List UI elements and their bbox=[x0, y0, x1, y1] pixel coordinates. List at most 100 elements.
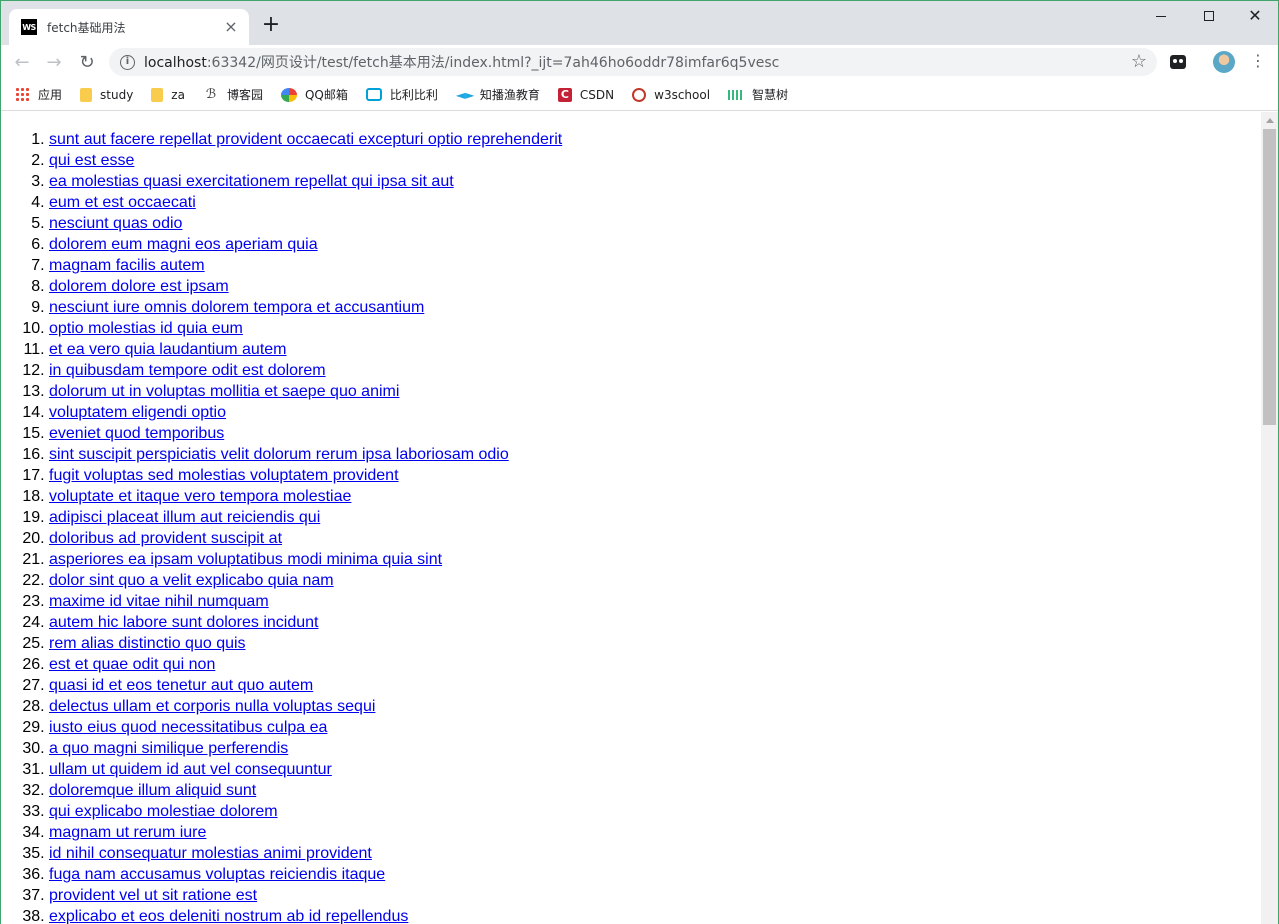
post-link[interactable]: doloribus ad provident suscipit at bbox=[49, 530, 282, 547]
bookmark-study[interactable]: study bbox=[80, 87, 134, 102]
cnblogs-icon: ℬ bbox=[205, 86, 217, 102]
bookmark-apps[interactable]: 应用 bbox=[15, 86, 62, 103]
tab-active[interactable]: WS fetch基础用法 × bbox=[9, 9, 249, 45]
post-link[interactable]: adipisci placeat illum aut reiciendis qu… bbox=[49, 509, 320, 526]
new-tab-button[interactable]: + bbox=[259, 13, 283, 37]
list-item: nesciunt quas odio bbox=[49, 213, 562, 234]
post-link[interactable]: asperiores ea ipsam voluptatibus modi mi… bbox=[49, 551, 442, 568]
post-link[interactable]: maxime id vitae nihil numquam bbox=[49, 593, 269, 610]
browser-toolbar: ← → ↻ i localhost:63342/网页设计/test/fetch基… bbox=[1, 45, 1278, 79]
bookmark-label: study bbox=[100, 87, 134, 102]
vertical-scrollbar[interactable] bbox=[1261, 112, 1278, 924]
apps-icon bbox=[15, 87, 30, 102]
list-item: et ea vero quia laudantium autem bbox=[49, 339, 562, 360]
bookmark-label: QQ邮箱 bbox=[304, 88, 348, 102]
folder-icon bbox=[151, 87, 164, 102]
minimize-button[interactable] bbox=[1138, 1, 1184, 31]
scroll-up-arrow-icon[interactable] bbox=[1261, 112, 1278, 129]
bookmark-za[interactable]: za bbox=[151, 87, 185, 102]
post-link[interactable]: voluptatem eligendi optio bbox=[49, 404, 226, 421]
list-item: dolorem eum magni eos aperiam quia bbox=[49, 234, 562, 255]
post-link[interactable]: qui explicabo molestiae dolorem bbox=[49, 803, 278, 820]
list-item: provident vel ut sit ratione est bbox=[49, 885, 562, 906]
bilibili-icon bbox=[365, 88, 382, 101]
page-content: sunt aut facere repellat provident occae… bbox=[1, 112, 1261, 924]
list-item: voluptate et itaque vero tempora molesti… bbox=[49, 486, 562, 507]
post-link[interactable]: rem alias distinctio quo quis bbox=[49, 635, 246, 652]
close-window-button[interactable]: ✕ bbox=[1232, 1, 1278, 31]
reload-button[interactable]: ↻ bbox=[74, 49, 100, 75]
bookmark-cnblogs[interactable]: ℬ 博客园 bbox=[203, 86, 263, 103]
post-link[interactable]: nesciunt quas odio bbox=[49, 215, 182, 232]
list-item: quasi id et eos tenetur aut quo autem bbox=[49, 675, 562, 696]
post-link[interactable]: dolorem dolore est ipsam bbox=[49, 278, 229, 295]
list-item: id nihil consequatur molestias animi pro… bbox=[49, 843, 562, 864]
bookmark-csdn[interactable]: C CSDN bbox=[557, 87, 614, 102]
post-link[interactable]: explicabo et eos deleniti nostrum ab id … bbox=[49, 908, 408, 924]
post-link[interactable]: in quibusdam tempore odit est dolorem bbox=[49, 362, 326, 379]
list-item: voluptatem eligendi optio bbox=[49, 402, 562, 423]
post-link[interactable]: quasi id et eos tenetur aut quo autem bbox=[49, 677, 313, 694]
bookmark-bilibili[interactable]: 比利比利 bbox=[365, 86, 438, 103]
list-item: doloribus ad provident suscipit at bbox=[49, 528, 562, 549]
post-link[interactable]: et ea vero quia laudantium autem bbox=[49, 341, 286, 358]
address-bar[interactable]: i localhost:63342/网页设计/test/fetch基本用法/in… bbox=[109, 48, 1157, 76]
w3school-icon bbox=[632, 87, 647, 102]
bookmark-star-icon[interactable]: ☆ bbox=[1131, 51, 1147, 72]
list-item: dolor sint quo a velit explicabo quia na… bbox=[49, 570, 562, 591]
post-link[interactable]: voluptate et itaque vero tempora molesti… bbox=[49, 488, 351, 505]
profile-avatar[interactable] bbox=[1213, 51, 1235, 73]
zhiboyu-icon: ◄► bbox=[455, 87, 475, 102]
post-link[interactable]: ullam ut quidem id aut vel consequuntur bbox=[49, 761, 332, 778]
post-link[interactable]: fuga nam accusamus voluptas reiciendis i… bbox=[49, 866, 385, 883]
list-item: iusto eius quod necessitatibus culpa ea bbox=[49, 717, 562, 738]
extension-icon[interactable] bbox=[1170, 55, 1186, 69]
bookmark-qqmail[interactable]: QQ邮箱 bbox=[280, 86, 348, 103]
list-item: a quo magni similique perferendis bbox=[49, 738, 562, 759]
browser-menu-icon[interactable]: ⋮ bbox=[1250, 53, 1266, 69]
bookmarks-bar: 应用 study za ℬ 博客园 QQ邮箱 比利比利 ◄► 知播渔教育 C CSDN… bbox=[1, 79, 1278, 111]
back-button[interactable]: ← bbox=[9, 49, 35, 75]
forward-button[interactable]: → bbox=[41, 49, 67, 75]
site-info-icon[interactable]: i bbox=[120, 54, 135, 70]
bookmark-label: za bbox=[171, 87, 185, 102]
post-link[interactable]: fugit voluptas sed molestias voluptatem … bbox=[49, 467, 399, 484]
post-link[interactable]: iusto eius quod necessitatibus culpa ea bbox=[49, 719, 327, 736]
post-link[interactable]: delectus ullam et corporis nulla volupta… bbox=[49, 698, 375, 715]
list-item: maxime id vitae nihil numquam bbox=[49, 591, 562, 612]
post-link[interactable]: dolorum ut in voluptas mollitia et saepe… bbox=[49, 383, 399, 400]
post-link[interactable]: est et quae odit qui non bbox=[49, 656, 215, 673]
scrollbar-thumb[interactable] bbox=[1263, 129, 1276, 425]
tab-close-icon[interactable]: × bbox=[223, 19, 239, 35]
post-link[interactable]: magnam facilis autem bbox=[49, 257, 205, 274]
post-link[interactable]: eum et est occaecati bbox=[49, 194, 196, 211]
post-link[interactable]: optio molestias id quia eum bbox=[49, 320, 243, 337]
bookmark-zhihuishu[interactable]: 智慧树 bbox=[728, 86, 788, 103]
post-link[interactable]: a quo magni similique perferendis bbox=[49, 740, 288, 757]
post-link[interactable]: doloremque illum aliquid sunt bbox=[49, 782, 256, 799]
post-link[interactable]: qui est esse bbox=[49, 152, 134, 169]
post-link[interactable]: ea molestias quasi exercitationem repell… bbox=[49, 173, 454, 190]
bookmark-w3school[interactable]: w3school bbox=[632, 87, 711, 102]
bookmark-label: w3school bbox=[654, 87, 711, 102]
url-host: localhost bbox=[144, 55, 207, 71]
list-item: fugit voluptas sed molestias voluptatem … bbox=[49, 465, 562, 486]
list-item: qui est esse bbox=[49, 150, 562, 171]
post-link[interactable]: dolor sint quo a velit explicabo quia na… bbox=[49, 572, 334, 589]
post-link[interactable]: sint suscipit perspiciatis velit dolorum… bbox=[49, 446, 509, 463]
post-link[interactable]: eveniet quod temporibus bbox=[49, 425, 224, 442]
list-item: explicabo et eos deleniti nostrum ab id … bbox=[49, 906, 562, 924]
list-item: adipisci placeat illum aut reiciendis qu… bbox=[49, 507, 562, 528]
maximize-button[interactable] bbox=[1186, 1, 1232, 31]
post-link[interactable]: nesciunt iure omnis dolorem tempora et a… bbox=[49, 299, 424, 316]
post-link[interactable]: magnam ut rerum iure bbox=[49, 824, 206, 841]
url-text[interactable]: localhost:63342/网页设计/test/fetch基本用法/inde… bbox=[144, 52, 779, 72]
bookmark-zhiboyu[interactable]: ◄► 知播渔教育 bbox=[456, 86, 540, 103]
post-link[interactable]: autem hic labore sunt dolores incidunt bbox=[49, 614, 319, 631]
list-item: est et quae odit qui non bbox=[49, 654, 562, 675]
post-link[interactable]: provident vel ut sit ratione est bbox=[49, 887, 257, 904]
post-link[interactable]: dolorem eum magni eos aperiam quia bbox=[49, 236, 318, 253]
post-link[interactable]: sunt aut facere repellat provident occae… bbox=[49, 131, 562, 148]
bookmark-label: 博客园 bbox=[226, 88, 263, 102]
post-link[interactable]: id nihil consequatur molestias animi pro… bbox=[49, 845, 372, 862]
